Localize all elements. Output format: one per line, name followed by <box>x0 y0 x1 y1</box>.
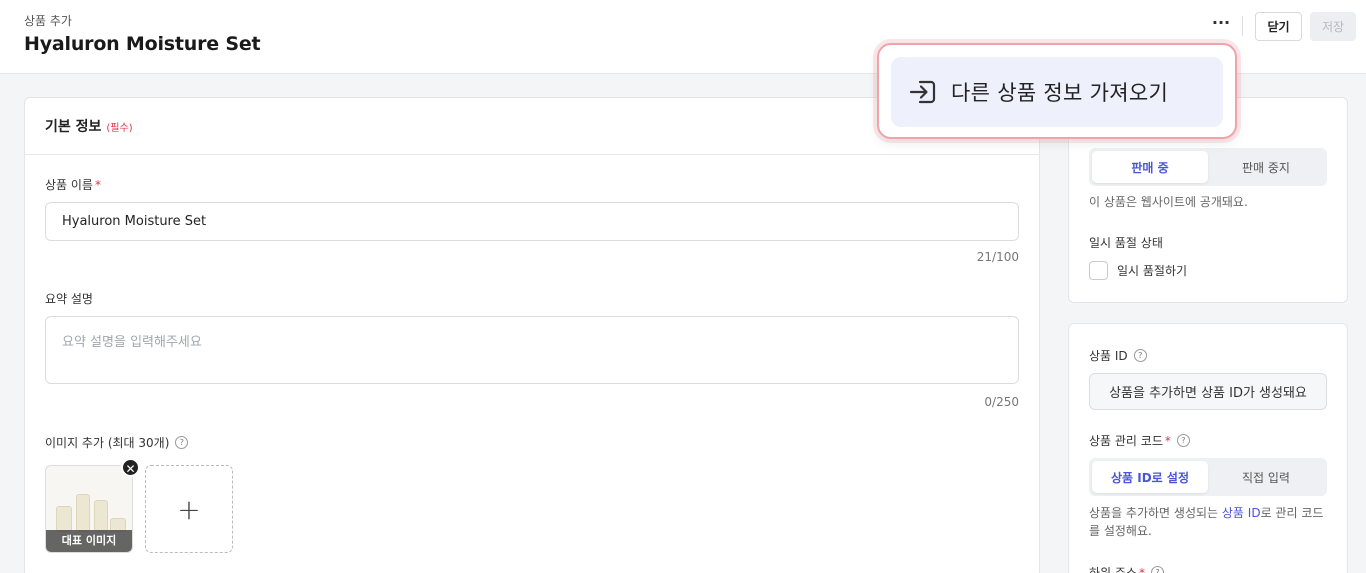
sales-status-toggle: 판매 중 판매 중지 <box>1089 148 1327 186</box>
product-bottle-image <box>94 500 108 532</box>
question-circle-icon[interactable]: ? <box>175 436 189 449</box>
product-id-card: 상품 ID ? 상품을 추가하면 상품 ID가 생성돼요 상품 관리 코드 * … <box>1068 323 1348 573</box>
import-product-info-item[interactable]: 다른 상품 정보 가져오기 <box>891 57 1223 127</box>
add-image-button[interactable]: + <box>145 465 233 553</box>
breadcrumb: 상품 추가 <box>24 14 72 28</box>
product-code-toggle: 상품 ID로 설정 직접 입력 <box>1089 458 1327 496</box>
product-id-label: 상품 ID ? <box>1089 347 1147 364</box>
temp-soldout-row[interactable]: 일시 품절하기 <box>1089 261 1187 280</box>
close-icon[interactable]: ✕ <box>121 458 140 477</box>
summary-label: 요약 설명 <box>45 290 93 307</box>
images-label: 이미지 추가 (최대 30개) ? <box>45 434 189 451</box>
sales-status-helper: 이 상품은 웹사이트에 공개돼요. <box>1089 195 1248 209</box>
temp-soldout-checkbox-label: 일시 품절하기 <box>1117 264 1188 278</box>
summary-textarea[interactable]: 요약 설명을 입력해주세요 <box>45 316 1019 384</box>
question-circle-icon[interactable]: ? <box>1176 434 1190 447</box>
seg-on-sale[interactable]: 판매 중 <box>1092 151 1208 183</box>
required-tag: (필수) <box>106 122 133 134</box>
seg-sale-stopped[interactable]: 판매 중지 <box>1208 151 1324 183</box>
summary-counter: 0/250 <box>984 395 1019 409</box>
product-id-link[interactable]: 상품 ID <box>1222 506 1261 520</box>
product-id-label-text: 상품 ID <box>1089 349 1128 363</box>
toolbar-divider <box>1242 16 1243 36</box>
product-name-label: 상품 이름 * <box>45 176 101 193</box>
required-star: * <box>94 177 101 192</box>
more-options-button[interactable]: ··· <box>1208 14 1234 38</box>
product-code-label: 상품 관리 코드 * ? <box>1089 432 1190 449</box>
close-button[interactable]: 닫기 <box>1255 12 1302 41</box>
import-product-info-label: 다른 상품 정보 가져오기 <box>951 81 1169 105</box>
more-options-popup: 다른 상품 정보 가져오기 <box>877 43 1237 139</box>
temp-soldout-label-text: 일시 품절 상태 <box>1089 236 1163 250</box>
question-circle-icon[interactable]: ? <box>1133 349 1147 362</box>
temp-soldout-label: 일시 품절 상태 <box>1089 234 1163 251</box>
import-arrow-icon <box>909 80 936 104</box>
product-bottle-image <box>76 494 90 532</box>
summary-label-text: 요약 설명 <box>45 292 93 306</box>
product-name-counter: 21/100 <box>976 250 1019 264</box>
page-title: Hyaluron Moisture Set <box>24 33 261 55</box>
images-label-text: 이미지 추가 (최대 30개) <box>45 436 170 450</box>
seg-use-product-id[interactable]: 상품 ID로 설정 <box>1092 461 1208 493</box>
required-star: * <box>1138 565 1145 573</box>
required-star: * <box>1164 433 1171 448</box>
main-image-thumbnail[interactable]: 대표 이미지 <box>45 465 133 553</box>
product-name-label-text: 상품 이름 <box>45 178 93 192</box>
plus-icon: + <box>177 492 201 526</box>
product-code-label-text: 상품 관리 코드 <box>1089 434 1163 448</box>
sub-address-label: 하위 주소 * ? <box>1089 564 1164 573</box>
product-code-helper: 상품을 추가하면 생성되는 상품 ID로 관리 코드를 설정해요. <box>1089 504 1334 540</box>
helper-text: 상품을 추가하면 생성되는 <box>1089 506 1222 520</box>
main-image-caption: 대표 이미지 <box>46 530 132 552</box>
product-id-field: 상품을 추가하면 상품 ID가 생성돼요 <box>1089 373 1327 410</box>
basic-info-card: 기본 정보 (필수) 상품 이름 * Hyaluron Moisture Set… <box>24 97 1040 573</box>
product-bottle-image <box>56 506 72 532</box>
temp-soldout-checkbox[interactable] <box>1089 261 1108 280</box>
question-circle-icon[interactable]: ? <box>1150 566 1164 573</box>
basic-info-title: 기본 정보 <box>45 119 102 135</box>
seg-manual-input[interactable]: 직접 입력 <box>1208 461 1324 493</box>
sub-address-label-text: 하위 주소 <box>1089 566 1137 573</box>
save-button[interactable]: 저장 <box>1310 12 1356 41</box>
product-name-input[interactable]: Hyaluron Moisture Set <box>45 202 1019 241</box>
